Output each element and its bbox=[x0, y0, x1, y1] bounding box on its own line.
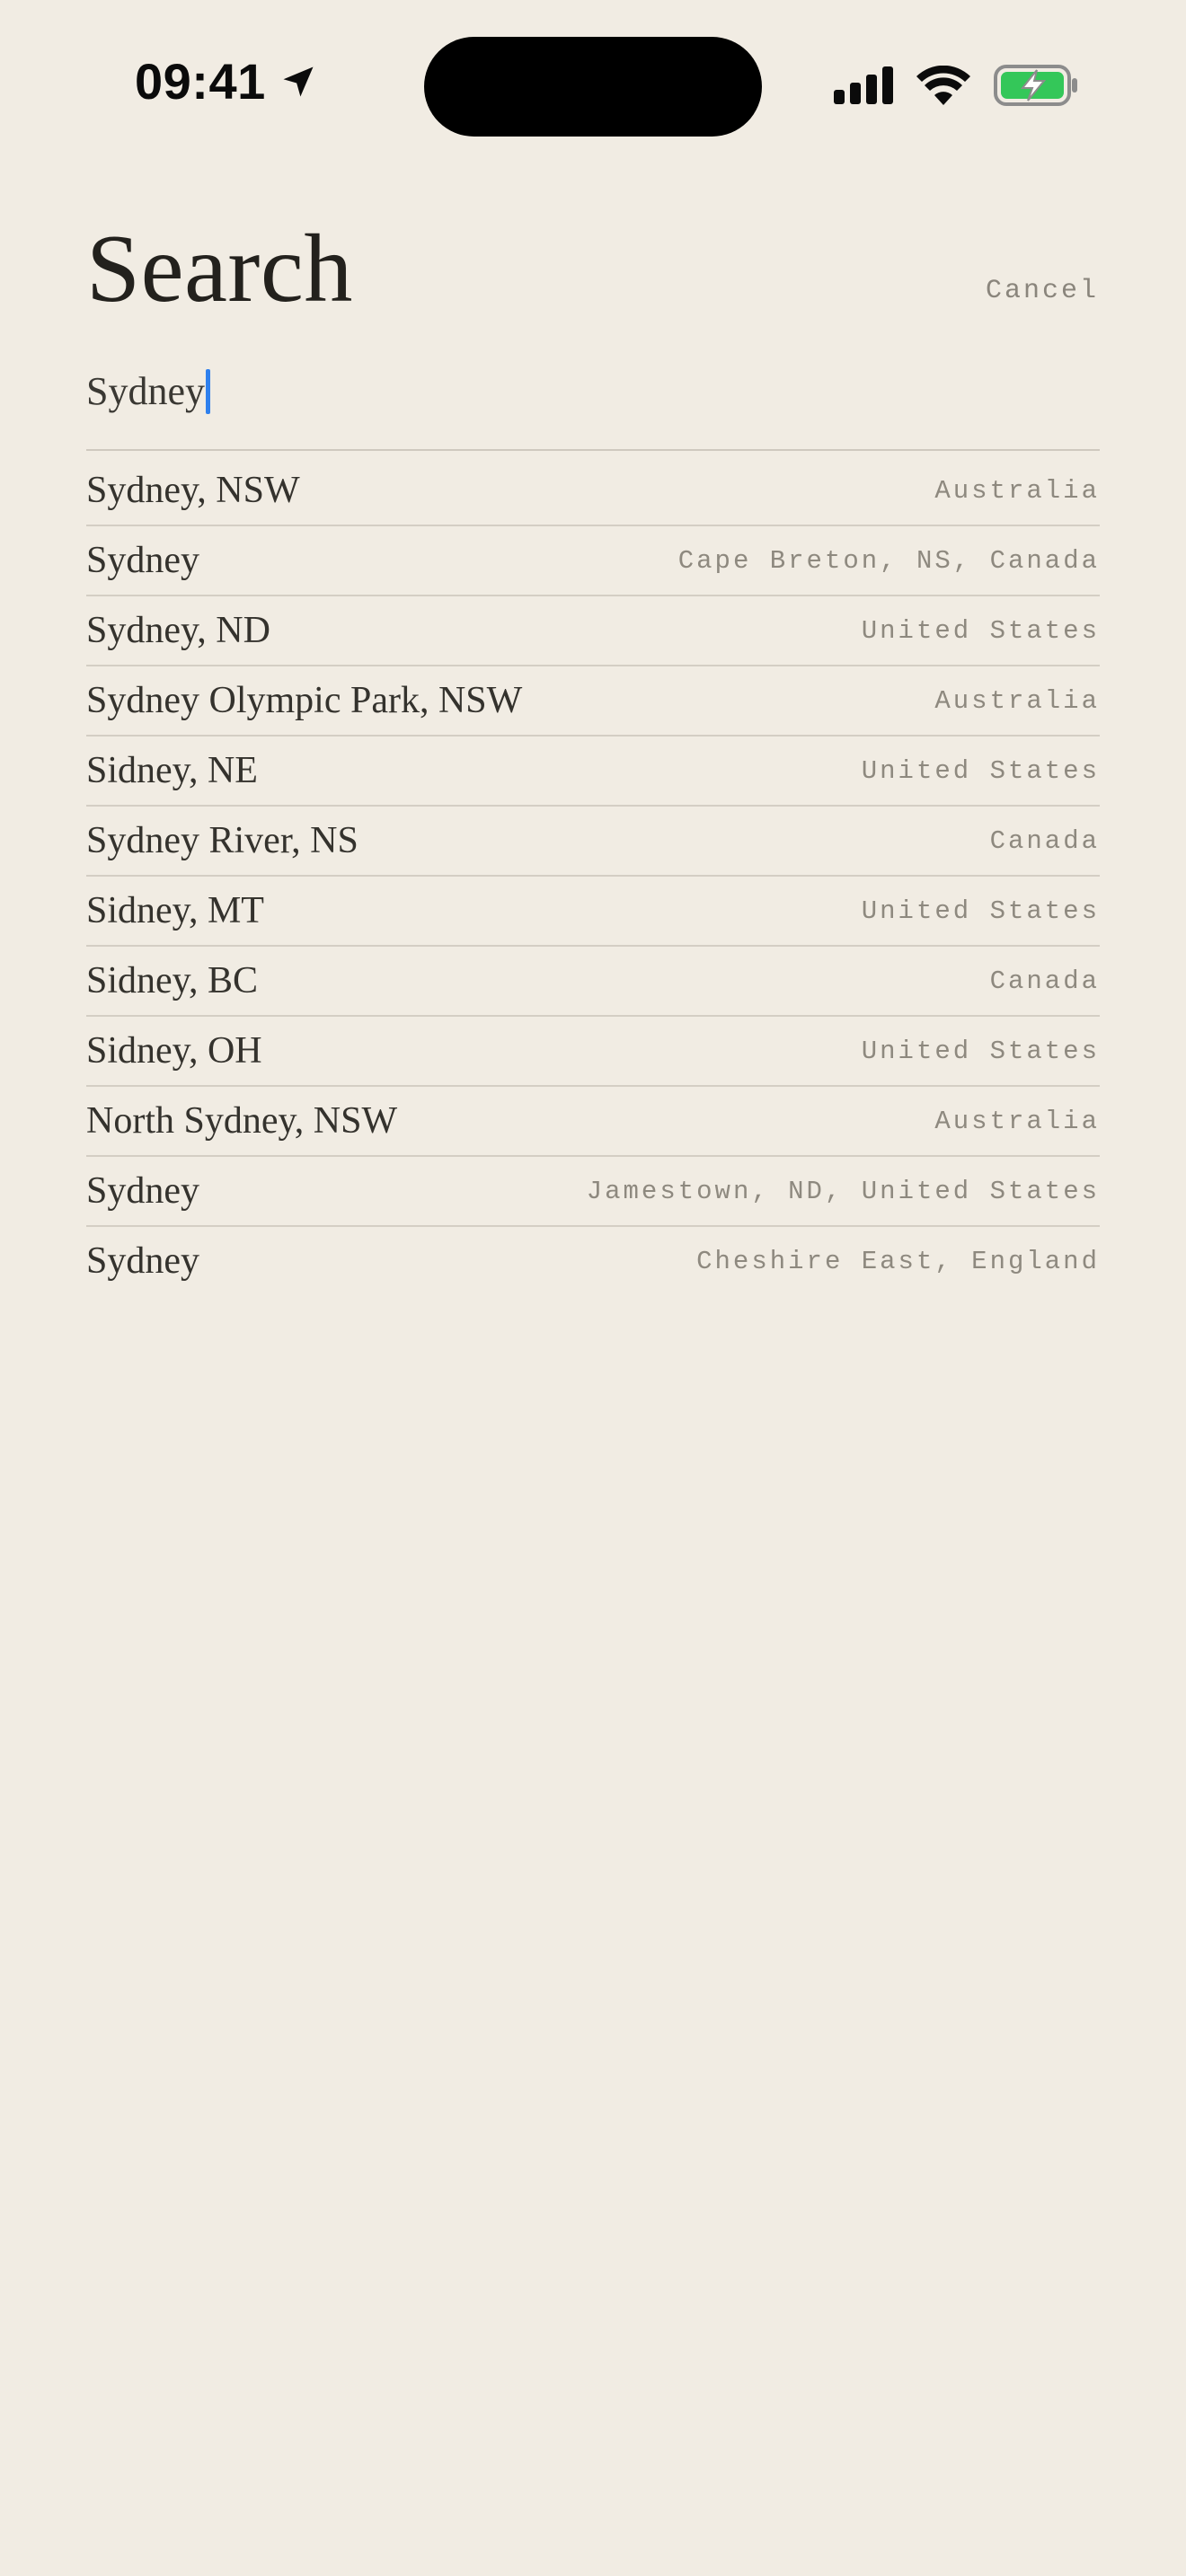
dynamic-island bbox=[424, 37, 762, 137]
list-item[interactable]: North Sydney, NSW Australia bbox=[86, 1087, 1100, 1157]
status-time: 09:41 bbox=[135, 53, 266, 110]
list-item[interactable]: Sidney, MT United States bbox=[86, 877, 1100, 947]
search-input-value: Sydney bbox=[86, 369, 205, 413]
location-arrow-icon bbox=[279, 62, 318, 101]
result-city-name: Sydney River, NS bbox=[86, 820, 358, 861]
result-city-name: Sydney, NSW bbox=[86, 470, 300, 511]
result-city-name: Sidney, OH bbox=[86, 1030, 262, 1072]
result-city-name: Sydney bbox=[86, 1170, 199, 1212]
result-city-name: Sydney, ND bbox=[86, 610, 270, 651]
result-region: United States bbox=[861, 895, 1100, 926]
list-item[interactable]: Sydney, NSW Australia bbox=[86, 456, 1100, 526]
list-item[interactable]: Sydney Cheshire East, England bbox=[86, 1227, 1100, 1295]
status-icons bbox=[834, 65, 1078, 106]
cancel-button[interactable]: Cancel bbox=[986, 276, 1099, 306]
list-item[interactable]: Sydney Jamestown, ND, United States bbox=[86, 1157, 1100, 1227]
wifi-icon bbox=[916, 66, 970, 105]
status-bar: 09:41 bbox=[0, 0, 1186, 171]
result-region: Jamestown, ND, United States bbox=[586, 1176, 1100, 1206]
result-city-name: Sydney bbox=[86, 540, 199, 581]
results-list: Sydney, NSW Australia Sydney Cape Breton, N… bbox=[86, 456, 1100, 1295]
list-item[interactable]: Sidney, BC Canada bbox=[86, 947, 1100, 1017]
result-city-name: Sydney Olympic Park, NSW bbox=[86, 680, 523, 721]
result-region: United States bbox=[861, 755, 1100, 786]
result-city-name: North Sydney, NSW bbox=[86, 1100, 398, 1142]
page-title: Search bbox=[86, 216, 353, 322]
battery-charging-icon bbox=[994, 65, 1078, 106]
list-item[interactable]: Sidney, OH United States bbox=[86, 1017, 1100, 1087]
result-city-name: Sydney bbox=[86, 1240, 199, 1282]
list-item[interactable]: Sydney Olympic Park, NSW Australia bbox=[86, 666, 1100, 737]
result-region: Canada bbox=[989, 966, 1100, 996]
text-caret bbox=[206, 369, 210, 414]
cellular-signal-icon bbox=[834, 66, 893, 104]
list-item[interactable]: Sidney, NE United States bbox=[86, 737, 1100, 807]
list-item[interactable]: Sydney, ND United States bbox=[86, 596, 1100, 666]
result-region: Cape Breton, NS, Canada bbox=[677, 545, 1100, 576]
result-region: Australia bbox=[934, 685, 1100, 716]
result-city-name: Sidney, NE bbox=[86, 750, 258, 791]
result-region: United States bbox=[861, 1036, 1100, 1066]
result-region: Canada bbox=[989, 825, 1100, 856]
time-group: 09:41 bbox=[135, 52, 318, 110]
result-city-name: Sidney, MT bbox=[86, 890, 264, 931]
result-region: United States bbox=[861, 615, 1100, 646]
search-input[interactable]: Sydney bbox=[86, 363, 1100, 451]
list-item[interactable]: Sydney River, NS Canada bbox=[86, 807, 1100, 877]
result-region: Australia bbox=[934, 475, 1100, 506]
result-city-name: Sidney, BC bbox=[86, 960, 258, 1001]
list-item[interactable]: Sydney Cape Breton, NS, Canada bbox=[86, 526, 1100, 596]
result-region: Cheshire East, England bbox=[696, 1246, 1100, 1276]
result-region: Australia bbox=[934, 1106, 1100, 1136]
